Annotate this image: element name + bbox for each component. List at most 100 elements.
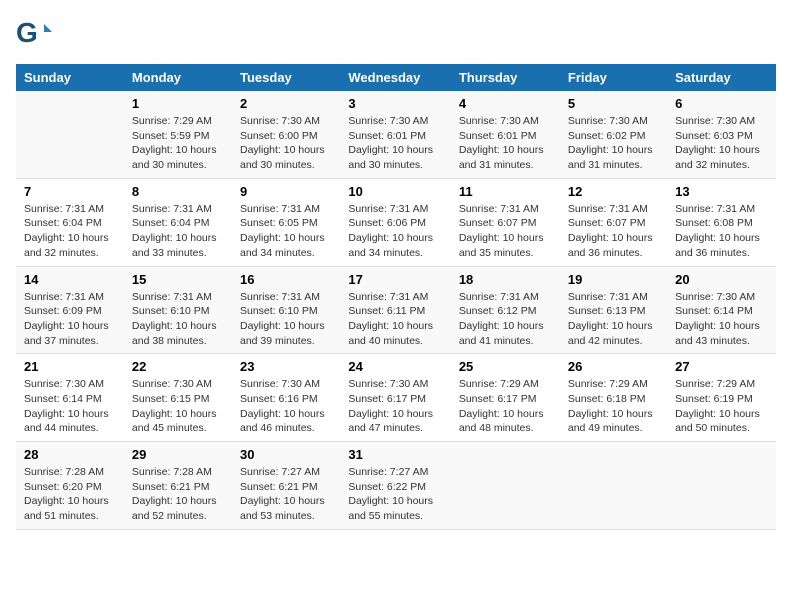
day-number: 6 [675,96,768,111]
day-number: 8 [132,184,224,199]
day-number: 1 [132,96,224,111]
day-info: Sunrise: 7:30 AMSunset: 6:01 PMDaylight:… [348,114,442,173]
logo-icon: G [16,16,52,52]
day-number: 21 [24,359,116,374]
day-info: Sunrise: 7:31 AMSunset: 6:06 PMDaylight:… [348,202,442,261]
calendar-cell: 5 Sunrise: 7:30 AMSunset: 6:02 PMDaylight… [560,91,667,178]
weekday-header: Friday [560,64,667,91]
calendar-cell: 2 Sunrise: 7:30 AMSunset: 6:00 PMDaylight… [232,91,340,178]
day-number: 30 [240,447,332,462]
day-info: Sunrise: 7:30 AMSunset: 6:14 PMDaylight:… [24,377,116,436]
day-number: 12 [568,184,659,199]
day-number: 17 [348,272,442,287]
svg-text:G: G [16,17,38,48]
day-number: 11 [459,184,552,199]
calendar-cell: 1Sunrise: 7:29 AMSunset: 5:59 PMDaylight… [124,91,232,178]
calendar-cell: 12 Sunrise: 7:31 AMSunset: 6:07 PMDayligh… [560,178,667,266]
calendar-cell: 24Sunrise: 7:30 AMSunset: 6:17 PMDayligh… [340,354,450,442]
calendar-cell: 22Sunrise: 7:30 AMSunset: 6:15 PMDayligh… [124,354,232,442]
day-info: Sunrise: 7:31 AMSunset: 6:11 PMDaylight:… [348,290,442,349]
calendar-week-row: 1Sunrise: 7:29 AMSunset: 5:59 PMDaylight… [16,91,776,178]
day-info: Sunrise: 7:30 AMSunset: 6:02 PMDaylight:… [568,114,659,173]
day-info: Sunrise: 7:31 AMSunset: 6:05 PMDaylight:… [240,202,332,261]
calendar-cell: 27Sunrise: 7:29 AMSunset: 6:19 PMDayligh… [667,354,776,442]
calendar-week-row: 28 Sunrise: 7:28 AMSunset: 6:20 PMDayligh… [16,442,776,530]
calendar-cell [560,442,667,530]
calendar-cell: 21 Sunrise: 7:30 AMSunset: 6:14 PMDayligh… [16,354,124,442]
calendar-cell: 11Sunrise: 7:31 AMSunset: 6:07 PMDayligh… [451,178,560,266]
weekday-header: Monday [124,64,232,91]
calendar-cell [16,91,124,178]
day-number: 29 [132,447,224,462]
day-info: Sunrise: 7:31 AMSunset: 6:10 PMDaylight:… [132,290,224,349]
weekday-header: Sunday [16,64,124,91]
calendar-cell: 29Sunrise: 7:28 AMSunset: 6:21 PMDayligh… [124,442,232,530]
day-number: 28 [24,447,116,462]
calendar-cell [451,442,560,530]
day-number: 26 [568,359,659,374]
calendar-cell: 8Sunrise: 7:31 AMSunset: 6:04 PMDaylight… [124,178,232,266]
day-info: Sunrise: 7:30 AMSunset: 6:00 PMDaylight:… [240,114,332,173]
calendar-week-row: 21 Sunrise: 7:30 AMSunset: 6:14 PMDayligh… [16,354,776,442]
day-number: 2 [240,96,332,111]
calendar-cell: 20 Sunrise: 7:30 AMSunset: 6:14 PMDayligh… [667,266,776,354]
calendar-cell: 14 Sunrise: 7:31 AMSunset: 6:09 PMDayligh… [16,266,124,354]
calendar-cell: 28 Sunrise: 7:28 AMSunset: 6:20 PMDayligh… [16,442,124,530]
day-info: Sunrise: 7:31 AMSunset: 6:12 PMDaylight:… [459,290,552,349]
day-number: 23 [240,359,332,374]
weekday-header: Tuesday [232,64,340,91]
calendar-cell: 13 Sunrise: 7:31 AMSunset: 6:08 PMDayligh… [667,178,776,266]
calendar-cell: 30Sunrise: 7:27 AMSunset: 6:21 PMDayligh… [232,442,340,530]
calendar-cell: 10 Sunrise: 7:31 AMSunset: 6:06 PMDayligh… [340,178,450,266]
day-info: Sunrise: 7:28 AMSunset: 6:20 PMDaylight:… [24,465,116,524]
day-info: Sunrise: 7:31 AMSunset: 6:09 PMDaylight:… [24,290,116,349]
calendar-cell [667,442,776,530]
day-number: 13 [675,184,768,199]
calendar-cell: 7 Sunrise: 7:31 AMSunset: 6:04 PMDaylight… [16,178,124,266]
calendar-cell: 9 Sunrise: 7:31 AMSunset: 6:05 PMDaylight… [232,178,340,266]
day-number: 19 [568,272,659,287]
day-number: 7 [24,184,116,199]
day-info: Sunrise: 7:27 AMSunset: 6:22 PMDaylight:… [348,465,442,524]
calendar-cell: 25 Sunrise: 7:29 AMSunset: 6:17 PMDayligh… [451,354,560,442]
calendar-table: SundayMondayTuesdayWednesdayThursdayFrid… [16,64,776,530]
weekday-header: Saturday [667,64,776,91]
day-number: 10 [348,184,442,199]
day-info: Sunrise: 7:30 AMSunset: 6:15 PMDaylight:… [132,377,224,436]
calendar-cell: 3 Sunrise: 7:30 AMSunset: 6:01 PMDaylight… [340,91,450,178]
day-number: 9 [240,184,332,199]
calendar-cell: 23Sunrise: 7:30 AMSunset: 6:16 PMDayligh… [232,354,340,442]
day-number: 15 [132,272,224,287]
calendar-cell: 17 Sunrise: 7:31 AMSunset: 6:11 PMDayligh… [340,266,450,354]
day-info: Sunrise: 7:29 AMSunset: 6:17 PMDaylight:… [459,377,552,436]
day-info: Sunrise: 7:29 AMSunset: 6:18 PMDaylight:… [568,377,659,436]
page-header: G [16,16,776,52]
day-info: Sunrise: 7:31 AMSunset: 6:13 PMDaylight:… [568,290,659,349]
day-number: 25 [459,359,552,374]
day-info: Sunrise: 7:30 AMSunset: 6:14 PMDaylight:… [675,290,768,349]
weekday-header: Wednesday [340,64,450,91]
day-number: 4 [459,96,552,111]
day-number: 5 [568,96,659,111]
day-info: Sunrise: 7:31 AMSunset: 6:08 PMDaylight:… [675,202,768,261]
calendar-cell: 16Sunrise: 7:31 AMSunset: 6:10 PMDayligh… [232,266,340,354]
day-number: 20 [675,272,768,287]
day-info: Sunrise: 7:29 AMSunset: 6:19 PMDaylight:… [675,377,768,436]
day-number: 3 [348,96,442,111]
calendar-cell: 31 Sunrise: 7:27 AMSunset: 6:22 PMDayligh… [340,442,450,530]
day-info: Sunrise: 7:31 AMSunset: 6:07 PMDaylight:… [568,202,659,261]
weekday-header: Thursday [451,64,560,91]
day-number: 18 [459,272,552,287]
calendar-cell: 15 Sunrise: 7:31 AMSunset: 6:10 PMDayligh… [124,266,232,354]
day-info: Sunrise: 7:31 AMSunset: 6:10 PMDaylight:… [240,290,332,349]
calendar-cell: 18 Sunrise: 7:31 AMSunset: 6:12 PMDayligh… [451,266,560,354]
calendar-week-row: 7 Sunrise: 7:31 AMSunset: 6:04 PMDaylight… [16,178,776,266]
day-number: 31 [348,447,442,462]
calendar-week-row: 14 Sunrise: 7:31 AMSunset: 6:09 PMDayligh… [16,266,776,354]
calendar-cell: 4Sunrise: 7:30 AMSunset: 6:01 PMDaylight… [451,91,560,178]
day-info: Sunrise: 7:31 AMSunset: 6:04 PMDaylight:… [24,202,116,261]
calendar-cell: 19 Sunrise: 7:31 AMSunset: 6:13 PMDayligh… [560,266,667,354]
day-number: 14 [24,272,116,287]
logo: G [16,16,54,52]
day-info: Sunrise: 7:30 AMSunset: 6:03 PMDaylight:… [675,114,768,173]
